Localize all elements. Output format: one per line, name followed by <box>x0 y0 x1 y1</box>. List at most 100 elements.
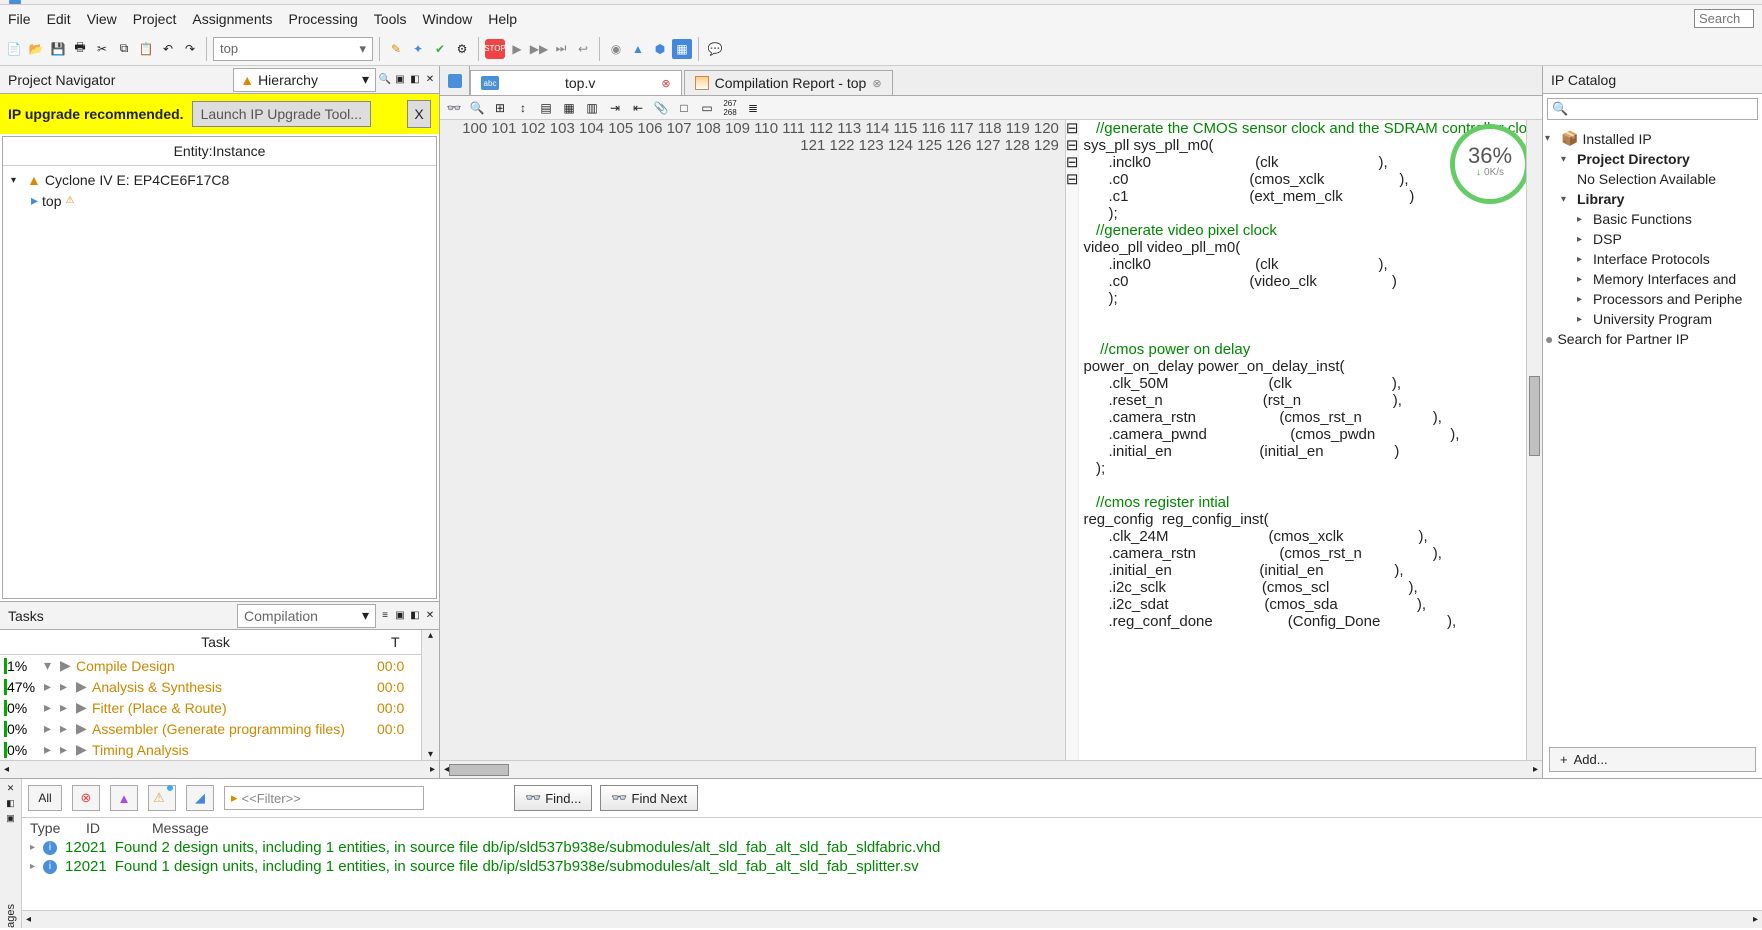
menu-view[interactable]: View <box>87 11 117 27</box>
check-icon[interactable]: ✔ <box>430 39 450 59</box>
tab-top-v[interactable]: abc top.v ⊗ <box>470 70 682 95</box>
top-entity-row[interactable]: ▸ top ⚠ <box>11 190 428 211</box>
editor-v-scrollbar[interactable] <box>1526 120 1542 760</box>
menu-window[interactable]: Window <box>422 11 472 27</box>
tasks-list-icon[interactable]: ≡ <box>378 609 392 623</box>
print-icon[interactable]: 🖶 <box>70 39 90 59</box>
ip-search-input[interactable]: 🔍 <box>1547 98 1758 120</box>
play-icon[interactable]: ▶ <box>507 39 527 59</box>
play-to-icon[interactable]: ▶▶ <box>529 39 549 59</box>
ed-replace-icon[interactable]: ⊞ <box>490 98 510 118</box>
cut-icon[interactable]: ✂ <box>92 39 112 59</box>
node-icon[interactable]: ▲ <box>628 39 648 59</box>
settings-icon[interactable]: ✦ <box>408 39 428 59</box>
code-editor[interactable]: 100 101 102 103 104 105 106 107 108 109 … <box>440 120 1542 760</box>
search-input[interactable] <box>1694 9 1754 28</box>
message-row[interactable]: ▸i12021Found 1 design units, including 1… <box>22 857 1762 876</box>
fold-gutter[interactable]: ⊟ ⊟ ⊟ ⊟ <box>1066 120 1080 760</box>
device-row[interactable]: ▾ ▲ Cyclone IV E: EP4CE6F17C8 <box>11 170 428 190</box>
hierarchy-dropdown[interactable]: ▲Hierarchy▾ <box>233 68 376 92</box>
close-icon[interactable]: ✕ <box>423 73 437 87</box>
back-icon[interactable]: ↩ <box>573 39 593 59</box>
menu-tools[interactable]: Tools <box>374 11 407 27</box>
ed-bookmark-icon[interactable]: ▤ <box>536 98 556 118</box>
chip-icon[interactable]: ◉ <box>606 39 626 59</box>
task-row[interactable]: 0%▸▸▶Timing Analysis <box>0 739 421 760</box>
ip-library-item[interactable]: ▸Basic Functions <box>1545 209 1760 229</box>
chevron-down-icon[interactable]: ▾ <box>11 175 23 186</box>
ed-binoculars-icon[interactable]: 👓 <box>444 98 464 118</box>
ed-box2-icon[interactable]: ▭ <box>697 98 717 118</box>
step-icon[interactable]: ⏭ <box>551 39 571 59</box>
search-partner-ip-row[interactable]: ●Search for Partner IP <box>1545 329 1760 349</box>
copy-icon[interactable]: ⧉ <box>114 39 134 59</box>
project-directory-row[interactable]: ▾Project Directory <box>1545 149 1760 169</box>
ed-clip-icon[interactable]: 📎 <box>651 98 671 118</box>
undo-icon[interactable]: ↶ <box>158 39 178 59</box>
message-row[interactable]: ▸i12021Found 2 design units, including 1… <box>22 838 1762 857</box>
tasks-close-icon[interactable]: ✕ <box>423 609 437 623</box>
filter-all-button[interactable]: All <box>28 785 62 811</box>
library-row[interactable]: ▾Library <box>1545 189 1760 209</box>
task-row[interactable]: 47%▸▸▶Analysis & Synthesis00:0 <box>0 676 421 697</box>
dock-icon[interactable]: ◧ <box>6 798 15 809</box>
messages-h-scrollbar[interactable]: ◂▸ <box>22 910 1762 928</box>
find-next-button[interactable]: 👓Find Next <box>600 785 698 811</box>
menu-assignments[interactable]: Assignments <box>192 11 272 27</box>
open-folder-icon[interactable]: 📂 <box>26 39 46 59</box>
tasks-h-scrollbar[interactable]: ◂▸ <box>0 760 439 778</box>
tab-close-icon[interactable]: ⊗ <box>661 77 670 90</box>
compilation-dropdown[interactable]: Compilation▾ <box>237 604 376 628</box>
filter-critical-button[interactable]: ▲ <box>110 785 138 811</box>
menu-file[interactable]: File <box>8 11 31 27</box>
stop-icon[interactable]: STOP <box>485 39 505 59</box>
ip-library-item[interactable]: ▸DSP <box>1545 229 1760 249</box>
wand-icon[interactable]: ✎ <box>386 39 406 59</box>
add-ip-button[interactable]: +Add... <box>1549 747 1756 772</box>
pin-icon[interactable]: ▣ <box>393 73 407 87</box>
installed-ip-row[interactable]: ▾📦Installed IP <box>1545 128 1760 149</box>
ed-box1-icon[interactable]: □ <box>674 98 694 118</box>
tab-group-icon[interactable] <box>448 74 462 88</box>
ip-library-item[interactable]: ▸Interface Protocols <box>1545 249 1760 269</box>
save-icon[interactable]: 💾 <box>48 39 68 59</box>
tree-icon[interactable]: ⬢ <box>650 39 670 59</box>
menu-help[interactable]: Help <box>488 11 517 27</box>
launch-ip-upgrade-button[interactable]: Launch IP Upgrade Tool... <box>192 101 371 127</box>
ed-comment-icon[interactable]: ▦ <box>559 98 579 118</box>
code-content[interactable]: //generate the CMOS sensor clock and the… <box>1079 120 1542 760</box>
highlight-icon[interactable]: ▦ <box>672 39 692 59</box>
ip-library-item[interactable]: ▸Processors and Periphe <box>1545 289 1760 309</box>
ed-uncomment-icon[interactable]: ▥ <box>582 98 602 118</box>
entity-select[interactable]: top▾ <box>213 37 373 61</box>
tasks-pin-icon[interactable]: ▣ <box>393 609 407 623</box>
tasks-dock-icon[interactable]: ◧ <box>408 609 422 623</box>
new-file-icon[interactable]: 📄 <box>4 39 24 59</box>
task-row[interactable]: 1%▾▶Compile Design00:0 <box>0 655 421 676</box>
menu-project[interactable]: Project <box>133 11 177 27</box>
editor-h-scrollbar[interactable]: ◂▸ <box>440 760 1542 778</box>
tasks-scrollbar[interactable]: ▴▾ <box>421 630 439 760</box>
ip-library-item[interactable]: ▸University Program <box>1545 309 1760 329</box>
ed-outdent-icon[interactable]: ⇤ <box>628 98 648 118</box>
tab-close-icon[interactable]: ⊗ <box>872 77 881 90</box>
message-filter-input[interactable]: ▸<<Filter>> <box>224 786 424 810</box>
task-row[interactable]: 0%▸▸▶Assembler (Generate programming fil… <box>0 718 421 739</box>
ed-arrow-icon[interactable]: ↕ <box>513 98 533 118</box>
speech-icon[interactable]: 💬 <box>705 39 725 59</box>
pin-icon[interactable]: ▣ <box>6 813 15 824</box>
ed-col-icon[interactable]: ≣ <box>743 98 763 118</box>
dock-icon[interactable]: ◧ <box>408 73 422 87</box>
filter-info-button[interactable]: ◢ <box>186 785 214 811</box>
ed-indent-icon[interactable]: ⇥ <box>605 98 625 118</box>
menu-edit[interactable]: Edit <box>47 11 71 27</box>
gear-icon[interactable]: ⚙ <box>452 39 472 59</box>
search-icon[interactable]: 🔍 <box>378 73 392 87</box>
redo-icon[interactable]: ↷ <box>180 39 200 59</box>
close-icon[interactable]: ✕ <box>7 783 15 794</box>
task-row[interactable]: 0%▸▸▶Fitter (Place & Route)00:0 <box>0 697 421 718</box>
ip-library-item[interactable]: ▸Memory Interfaces and <box>1545 269 1760 289</box>
ed-find-icon[interactable]: 🔍 <box>467 98 487 118</box>
tab-compilation-report[interactable]: Compilation Report - top ⊗ <box>684 70 893 95</box>
find-button[interactable]: 👓Find... <box>514 785 592 811</box>
